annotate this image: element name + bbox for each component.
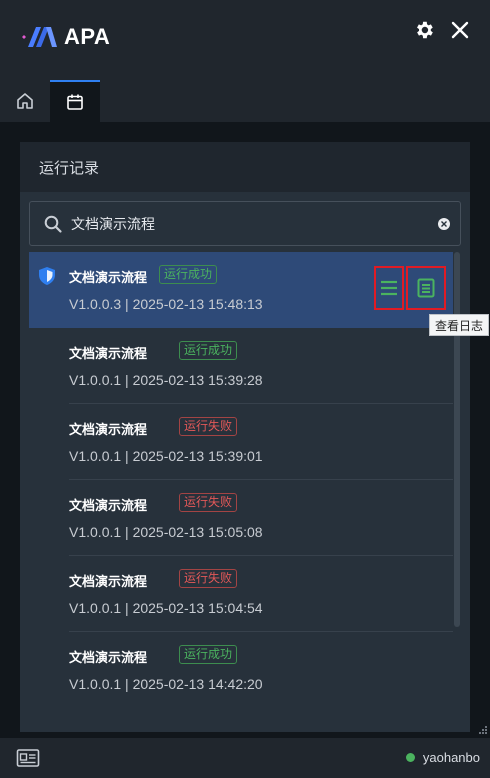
record-row[interactable]: 文档演示流程 运行成功 V1.0.0.3 | 2025-02-13 15:48:… xyxy=(29,252,453,328)
search-icon xyxy=(44,215,62,233)
tab-run-records[interactable] xyxy=(50,80,100,122)
calendar-icon xyxy=(67,94,83,110)
view-log-tooltip: 查看日志 xyxy=(429,314,489,336)
view-details-button[interactable] xyxy=(374,266,404,310)
record-meta: V1.0.0.1 | 2025-02-13 15:04:54 xyxy=(69,600,263,616)
online-status-dot xyxy=(405,753,415,762)
status-badge: 运行成功 xyxy=(159,265,218,284)
record-meta: V1.0.0.1 | 2025-02-13 15:05:08 xyxy=(69,524,263,540)
record-name: 文档演示流程 xyxy=(69,498,148,513)
record-list: 文档演示流程 运行成功 V1.0.0.3 | 2025-02-13 15:48:… xyxy=(29,252,453,732)
status-badge: 运行成功 xyxy=(179,645,238,664)
clear-icon xyxy=(441,220,447,227)
logo-mark-icon xyxy=(22,27,57,47)
list-scrollbar[interactable] xyxy=(454,252,460,627)
record-name: 文档演示流程 xyxy=(69,650,148,665)
resize-grip-icon[interactable] xyxy=(476,724,488,736)
record-name: 文档演示流程 xyxy=(69,422,148,437)
record-meta: V1.0.0.1 | 2025-02-13 15:39:28 xyxy=(69,372,263,388)
app-name: APA xyxy=(64,24,111,49)
run-records-panel: 运行记录 文档演示流程 运行成功 V1.0.0 xyxy=(20,142,470,732)
title-bar: APA xyxy=(0,0,490,80)
record-name: 文档演示流程 xyxy=(69,270,148,285)
record-row[interactable]: 文档演示流程 运行失败 V1.0.0.1 | 2025-02-13 15:39:… xyxy=(29,404,453,480)
record-row[interactable]: 文档演示流程 运行失败 V1.0.0.1 | 2025-02-13 15:05:… xyxy=(29,480,453,556)
view-log-button[interactable] xyxy=(406,266,446,310)
status-badge: 运行失败 xyxy=(179,493,238,512)
record-name: 文档演示流程 xyxy=(69,574,148,589)
record-row[interactable]: 文档演示流程 运行失败 V1.0.0.1 | 2025-02-13 15:04:… xyxy=(29,556,453,632)
status-badge: 运行失败 xyxy=(179,417,238,436)
record-meta: V1.0.0.1 | 2025-02-13 14:42:20 xyxy=(69,676,263,692)
gear-icon xyxy=(417,21,433,39)
user-status[interactable]: yaohanbo xyxy=(405,750,480,765)
status-bar: yaohanbo xyxy=(0,738,490,778)
status-badge: 运行成功 xyxy=(179,341,238,360)
status-badge: 运行失败 xyxy=(179,569,238,588)
main-area: 运行记录 文档演示流程 运行成功 V1.0.0 xyxy=(0,122,490,738)
record-row[interactable]: 文档演示流程 运行成功 V1.0.0.1 | 2025-02-13 15:39:… xyxy=(29,328,453,404)
shield-icon xyxy=(39,267,55,285)
settings-button[interactable] xyxy=(410,16,438,44)
record-name: 文档演示流程 xyxy=(69,346,148,361)
search-input[interactable] xyxy=(71,215,438,232)
record-meta: V1.0.0.3 | 2025-02-13 15:48:13 xyxy=(69,296,263,312)
list-icon xyxy=(381,280,397,296)
tab-strip xyxy=(0,80,490,122)
tab-home[interactable] xyxy=(0,80,50,122)
panel-title: 运行记录 xyxy=(20,142,470,192)
close-button[interactable] xyxy=(446,16,474,44)
app-logo: APA xyxy=(22,24,110,50)
record-meta: V1.0.0.1 | 2025-02-13 15:39:01 xyxy=(69,448,263,464)
clear-search-button[interactable] xyxy=(438,217,450,230)
search-box xyxy=(29,201,461,246)
log-document-icon xyxy=(417,278,435,298)
home-icon xyxy=(17,93,33,109)
close-icon xyxy=(451,21,469,39)
id-card-icon[interactable] xyxy=(16,748,40,768)
username: yaohanbo xyxy=(422,750,480,765)
record-row[interactable]: 文档演示流程 运行成功 V1.0.0.1 | 2025-02-13 14:42:… xyxy=(29,632,453,708)
